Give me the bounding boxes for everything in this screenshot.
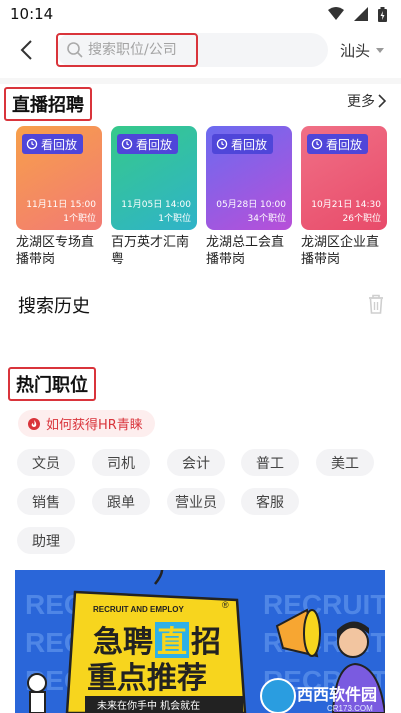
live-card-time: 11月11日 15:00 bbox=[26, 200, 96, 210]
live-card-count: 34个职位 bbox=[247, 214, 286, 224]
live-card[interactable]: 看回放 11月05日 14:00 1个职位 百万英才汇南粤 bbox=[111, 126, 197, 268]
replay-icon bbox=[26, 138, 38, 150]
live-card-time: 10月21日 14:30 bbox=[311, 200, 381, 210]
search-input[interactable] bbox=[86, 33, 316, 67]
status-bar: 10:14 bbox=[0, 0, 401, 28]
job-tag[interactable]: 客服 bbox=[241, 488, 299, 515]
trash-icon[interactable] bbox=[366, 293, 386, 315]
section-divider bbox=[0, 78, 401, 84]
replay-label: 看回放 bbox=[41, 137, 78, 152]
live-card-thumbnail: 看回放 10月21日 14:30 26个职位 bbox=[301, 126, 387, 230]
job-tag[interactable]: 美工 bbox=[316, 449, 374, 476]
chevron-right-icon bbox=[378, 94, 387, 108]
banner-top-small: RECRUIT AND EMPLOY bbox=[93, 605, 184, 614]
live-card-time: 05月28日 10:00 bbox=[216, 200, 286, 210]
wifi-icon bbox=[328, 7, 344, 20]
job-tag[interactable]: 助理 bbox=[17, 527, 75, 554]
status-time: 10:14 bbox=[10, 5, 54, 23]
chevron-down-icon bbox=[376, 48, 385, 53]
job-tag[interactable]: 司机 bbox=[92, 449, 150, 476]
replay-badge[interactable]: 看回放 bbox=[307, 134, 369, 154]
job-tag[interactable]: 营业员 bbox=[167, 488, 225, 515]
live-section-title: 直播招聘 bbox=[4, 87, 92, 121]
more-label: 更多 bbox=[347, 94, 375, 110]
replay-badge[interactable]: 看回放 bbox=[22, 134, 84, 154]
live-card-count: 1个职位 bbox=[63, 214, 96, 224]
history-title: 搜索历史 bbox=[18, 296, 90, 317]
banner-registered-mark: ® bbox=[222, 600, 229, 610]
banner-line1-b: 直 bbox=[157, 625, 187, 660]
replay-icon bbox=[121, 138, 133, 150]
banner-watermark: 西西软件园 bbox=[297, 685, 377, 704]
banner-line1-a: 急聘 bbox=[93, 625, 153, 660]
job-tag[interactable]: 文员 bbox=[17, 449, 75, 476]
job-tag[interactable]: 会计 bbox=[167, 449, 225, 476]
search-icon bbox=[67, 42, 83, 58]
fire-icon bbox=[28, 417, 40, 430]
live-card-thumbnail: 看回放 11月05日 14:00 1个职位 bbox=[111, 126, 197, 230]
signal-icon bbox=[354, 7, 368, 21]
replay-label: 看回放 bbox=[136, 137, 173, 152]
hot-section-title: 热门职位 bbox=[8, 367, 96, 401]
live-card-time: 11月05日 14:00 bbox=[121, 200, 191, 210]
banner-bg-word: RECRUIT bbox=[263, 589, 385, 620]
banner-line2: 重点推荐 bbox=[87, 661, 207, 696]
live-card-list: 看回放 11月11日 15:00 1个职位 龙湖区专场直播带岗 看回放 11月0… bbox=[16, 126, 396, 268]
hr-tip-chip[interactable]: 如何获得HR青睐 bbox=[18, 410, 155, 437]
replay-label: 看回放 bbox=[326, 137, 363, 152]
banner-line1-c: 招 bbox=[191, 625, 221, 660]
replay-badge[interactable]: 看回放 bbox=[212, 134, 274, 154]
search-row: 汕头 bbox=[0, 32, 401, 72]
live-card-count: 26个职位 bbox=[342, 214, 381, 224]
status-icons bbox=[328, 6, 387, 22]
live-card-count: 1个职位 bbox=[158, 214, 191, 224]
job-tag[interactable]: 销售 bbox=[17, 488, 75, 515]
recruit-banner[interactable]: RECRUIT RECRUIT RECRUIT RECRUIT RECRUIT … bbox=[15, 570, 385, 713]
replay-icon bbox=[216, 138, 228, 150]
live-card[interactable]: 看回放 10月21日 14:30 26个职位 龙湖区企业直播带岗 bbox=[301, 126, 387, 268]
more-link[interactable]: 更多 bbox=[347, 91, 387, 111]
battery-icon bbox=[378, 6, 387, 22]
back-arrow-icon[interactable] bbox=[16, 38, 40, 62]
replay-label: 看回放 bbox=[231, 137, 268, 152]
city-selector[interactable]: 汕头 bbox=[340, 40, 385, 61]
live-card-thumbnail: 看回放 05月28日 10:00 34个职位 bbox=[206, 126, 292, 230]
live-card-name: 龙湖区企业直播带岗 bbox=[301, 235, 380, 267]
job-tag[interactable]: 跟单 bbox=[92, 488, 150, 515]
hr-tip-label: 如何获得HR青睐 bbox=[46, 418, 143, 433]
banner-watermark-sub: CR173.COM bbox=[327, 704, 373, 713]
live-card[interactable]: 看回放 11月11日 15:00 1个职位 龙湖区专场直播带岗 bbox=[16, 126, 102, 268]
live-card-thumbnail: 看回放 11月11日 15:00 1个职位 bbox=[16, 126, 102, 230]
live-card-name: 龙湖区专场直播带岗 bbox=[16, 235, 95, 267]
replay-icon bbox=[311, 138, 323, 150]
job-tag[interactable]: 普工 bbox=[241, 449, 299, 476]
banner-art: RECRUIT RECRUIT RECRUIT RECRUIT RECRUIT … bbox=[15, 570, 385, 713]
banner-slogan: 未来在你手中 机会就在 bbox=[97, 699, 200, 712]
live-card[interactable]: 看回放 05月28日 10:00 34个职位 龙湖总工会直播带岗 bbox=[206, 126, 292, 268]
live-card-name: 龙湖总工会直播带岗 bbox=[206, 235, 285, 267]
live-card-name: 百万英才汇南粤 bbox=[111, 235, 190, 267]
city-label: 汕头 bbox=[340, 42, 371, 60]
replay-badge[interactable]: 看回放 bbox=[117, 134, 179, 154]
